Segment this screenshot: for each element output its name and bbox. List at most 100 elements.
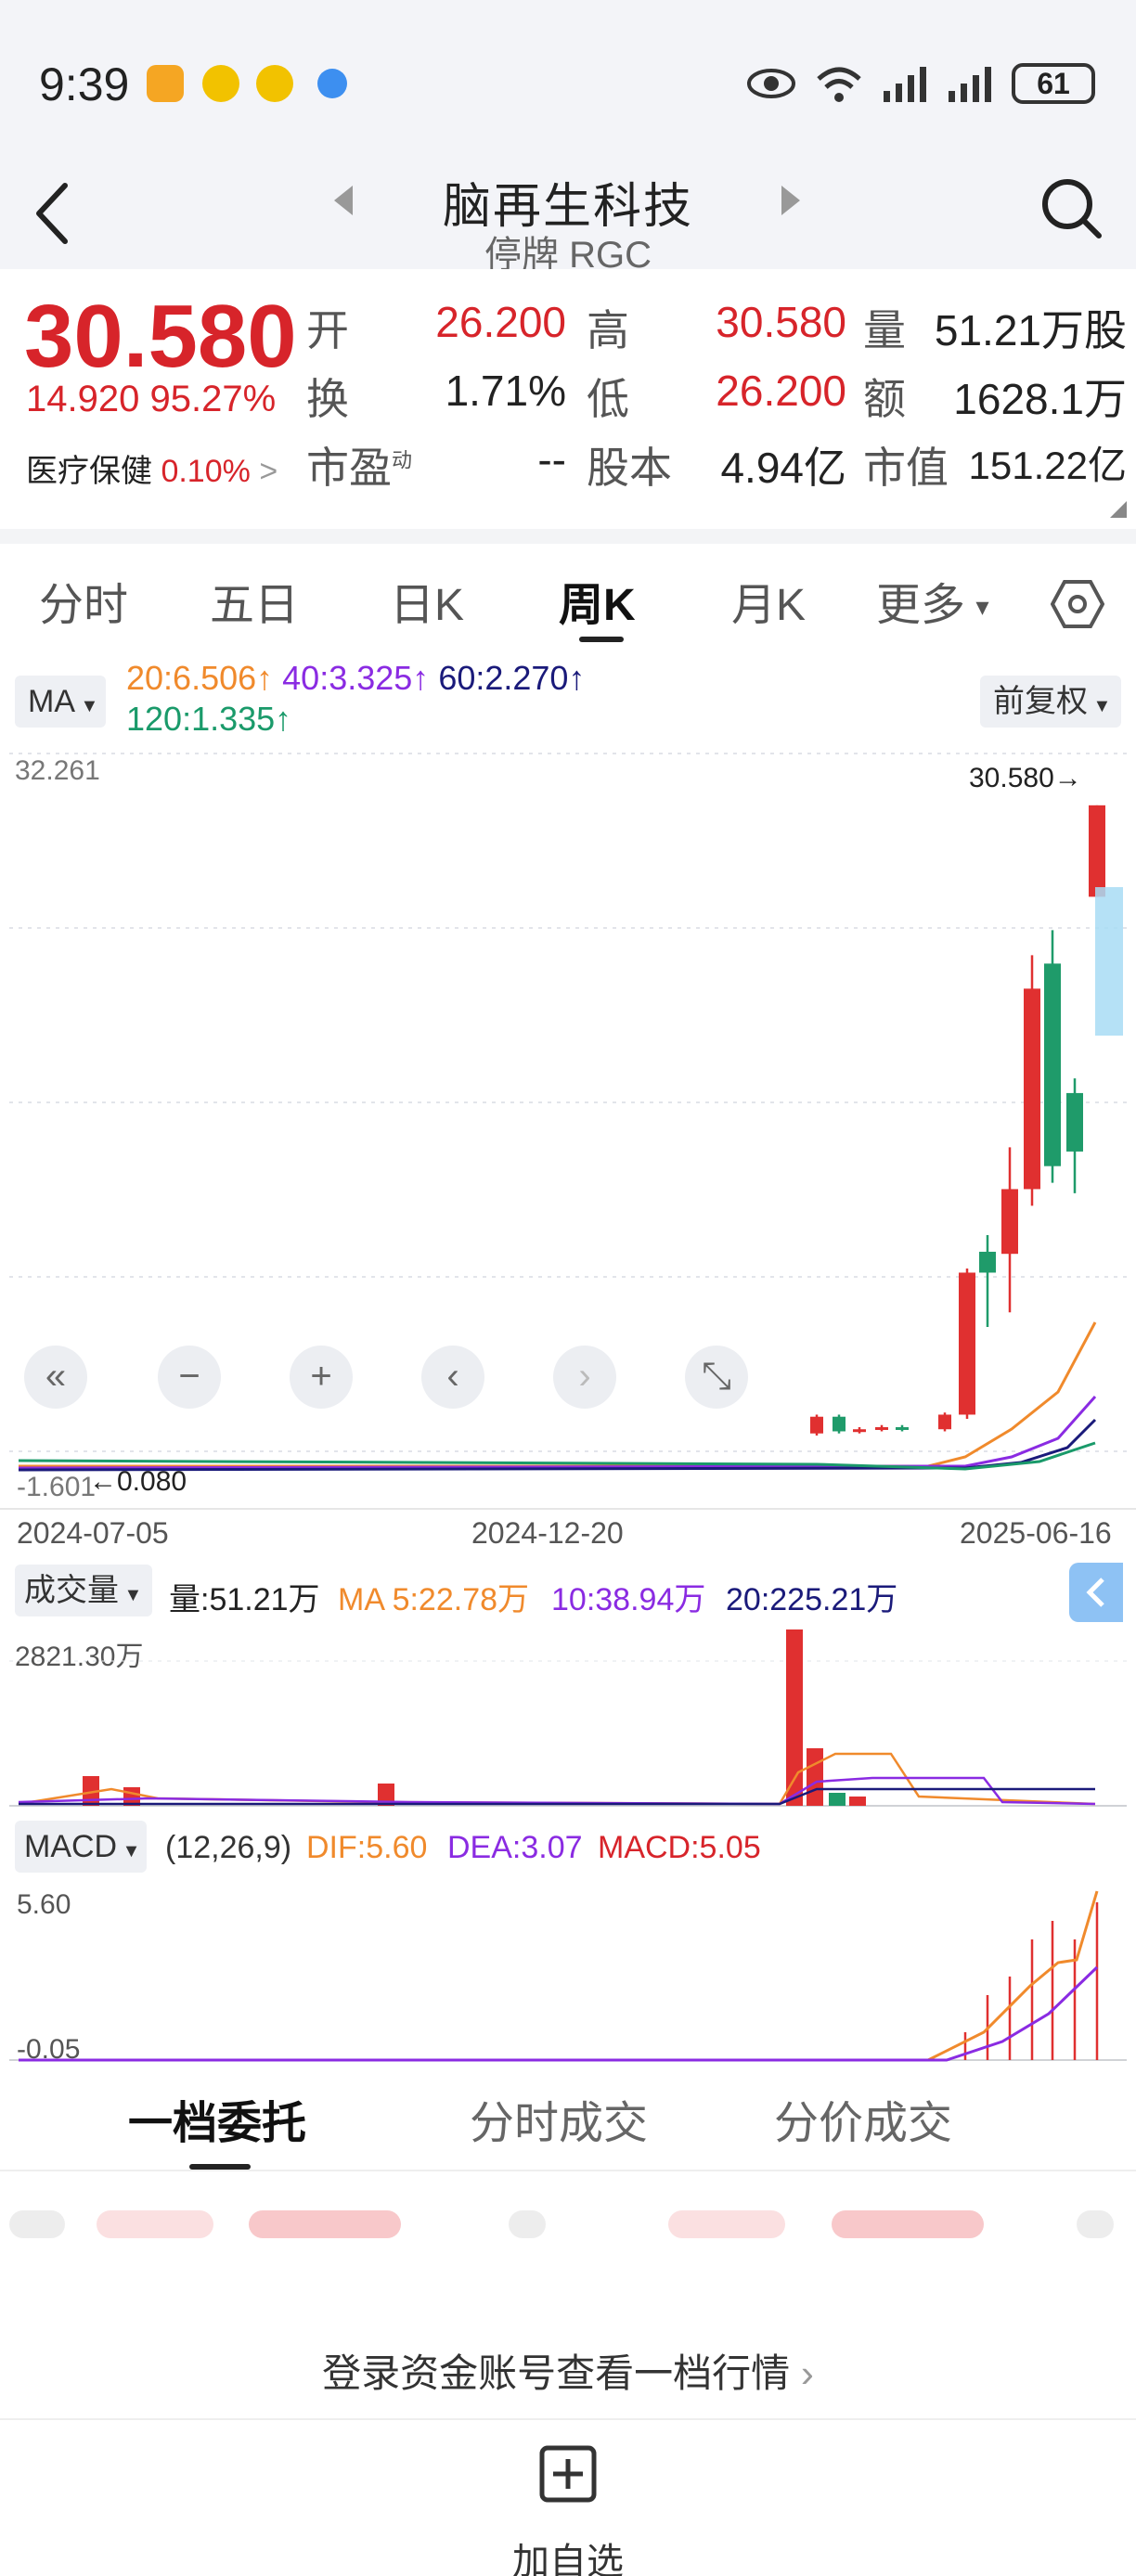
tab-price-trades[interactable]: 分价成交 [774, 2086, 952, 2151]
change-percent: 95.27% [149, 379, 277, 419]
chart-tabs: 分时 五日 日K 周K 月K 更多 ▼ [0, 547, 1136, 650]
blurred-placeholder [97, 2210, 213, 2238]
eye-icon [747, 69, 795, 98]
x-tick-end: 2025-06-16 [960, 1516, 1112, 1550]
signal-icon [884, 67, 926, 102]
ma20-value: 20:6.506 [126, 659, 257, 697]
blurred-placeholder [832, 2210, 984, 2238]
volume-label: 量 [863, 306, 906, 354]
order-tab-indicator [189, 2164, 251, 2170]
volume-current: 量:51.21万 [169, 1582, 320, 1617]
order-tabs: 一档委托 分时成交 分价成交 [0, 2062, 1136, 2171]
low-label: 低 [587, 375, 629, 423]
macd-params: (12,26,9) [165, 1830, 292, 1865]
chevron-down-icon: ▼ [965, 595, 994, 621]
status-bar: 9:39 61 [0, 0, 1136, 167]
sector-percent: 0.10% [161, 454, 251, 489]
macd-chart[interactable] [0, 1874, 1136, 2064]
volume-indicator-button[interactable]: 成交量 ▼ [15, 1565, 152, 1616]
login-account-link[interactable]: 登录资金账号查看一档行情 › [0, 2342, 1136, 2399]
pe-value: -- [537, 435, 566, 483]
last-price: 30.580 [24, 287, 297, 386]
price-change: 14.920 95.27% [26, 379, 276, 420]
scroll-far-left-button[interactable]: « [24, 1346, 87, 1409]
sector-link[interactable]: 医疗保健 0.10% > [26, 445, 278, 491]
tab-weekly-k[interactable]: 周K [559, 568, 636, 633]
dea-line [19, 1965, 1099, 2062]
dif-line [19, 1890, 1099, 2062]
expand-corner-icon[interactable] [1110, 501, 1127, 518]
app-badge-icon [147, 65, 184, 102]
low-value: 26.200 [716, 367, 846, 415]
collapse-side-tab[interactable] [1069, 1563, 1123, 1622]
open-value: 26.200 [435, 298, 566, 346]
last-price-marker: 30.580→ [969, 763, 1082, 793]
add-watchlist-icon[interactable] [538, 2444, 598, 2504]
y-max-label: 32.261 [15, 755, 100, 786]
zoom-in-button[interactable]: + [290, 1346, 353, 1409]
candle-body [833, 1416, 846, 1432]
volume-ma5: MA 5:22.78万 [338, 1582, 530, 1617]
blurred-placeholder [1077, 2210, 1114, 2238]
wifi-icon [817, 67, 861, 102]
status-time: 9:39 [39, 58, 130, 110]
amount-label: 额 [863, 375, 906, 423]
blurred-placeholder [509, 2210, 546, 2238]
vol-ma10-line [18, 1776, 1096, 1806]
tab-intraday[interactable]: 分时 [39, 568, 128, 633]
volume-ma20: 20:225.21万 [726, 1582, 898, 1617]
add-watchlist-label[interactable]: 加自选 [0, 2531, 1136, 2576]
x-tick-start: 2024-07-05 [17, 1516, 169, 1550]
quote-panel: 30.580 14.920 95.27% 医疗保健 0.10% > 开 26.2… [0, 269, 1136, 520]
tab-daily-k[interactable]: 日K [390, 568, 464, 633]
volume-chart[interactable] [0, 1624, 1136, 1810]
fullscreen-button[interactable]: ⤡ [685, 1346, 748, 1409]
tab-more[interactable]: 更多 ▼ [876, 568, 993, 633]
macd-value: MACD:5.05 [598, 1830, 761, 1865]
ma-values-row1: 20:6.506↑ 40:3.325↑ 60:2.270↑ [126, 659, 586, 697]
candle-body [1024, 988, 1040, 1190]
settings-icon[interactable] [1051, 579, 1104, 629]
adjust-button[interactable]: 前复权 ▼ [980, 676, 1121, 728]
scroll-right-button[interactable]: › [553, 1346, 616, 1409]
x-tick-mid: 2024-12-20 [471, 1516, 624, 1550]
blurred-placeholder [249, 2210, 401, 2238]
ma-values-row2: 120:1.335↑ [126, 700, 292, 738]
tab-monthly-k[interactable]: 月K [731, 568, 806, 633]
candle-body [959, 1272, 975, 1415]
next-stock-icon[interactable] [780, 184, 802, 217]
y-min-label: -1.601 [17, 1472, 97, 1502]
search-icon[interactable] [1038, 174, 1104, 241]
volume-value: 51.21万股 [934, 306, 1127, 354]
status-indicators: 61 [746, 58, 1095, 109]
macd-indicator-button[interactable]: MACD ▼ [15, 1821, 147, 1873]
tab-level1-orders[interactable]: 一档委托 [128, 2086, 306, 2151]
ma-indicator-button[interactable]: MA ▼ [15, 676, 106, 728]
macd-dif: DIF:5.60 [306, 1830, 428, 1865]
shares-value: 4.94亿 [720, 444, 846, 492]
volume-bar [829, 1793, 846, 1806]
current-week-highlight [1095, 887, 1123, 1036]
mcap-label: 市值 [863, 444, 949, 492]
tab-five-day[interactable]: 五日 [210, 568, 299, 633]
blurred-placeholder [9, 2210, 65, 2238]
candle-body [853, 1429, 866, 1433]
open-label: 开 [306, 306, 349, 354]
browser-icon [317, 69, 347, 98]
ma40-value: 40:3.325 [282, 659, 413, 697]
blurred-placeholder [668, 2210, 785, 2238]
candle-body [875, 1426, 888, 1430]
bottom-bar: 加自选 [0, 2418, 1136, 2576]
candle-body [1044, 963, 1061, 1166]
section-divider [0, 529, 1136, 544]
scroll-left-button[interactable]: ‹ [421, 1346, 484, 1409]
chevron-left-icon [1086, 1578, 1104, 1607]
change-value: 14.920 [26, 379, 140, 419]
candle-body [938, 1414, 951, 1430]
turnover-value: 1.71% [445, 367, 566, 415]
zoom-out-button[interactable]: − [158, 1346, 221, 1409]
turnover-label: 换 [306, 375, 349, 423]
volume-bar [849, 1797, 866, 1806]
volume-ma10: 10:38.94万 [551, 1582, 706, 1617]
tab-tick-trades[interactable]: 分时成交 [470, 2086, 648, 2151]
